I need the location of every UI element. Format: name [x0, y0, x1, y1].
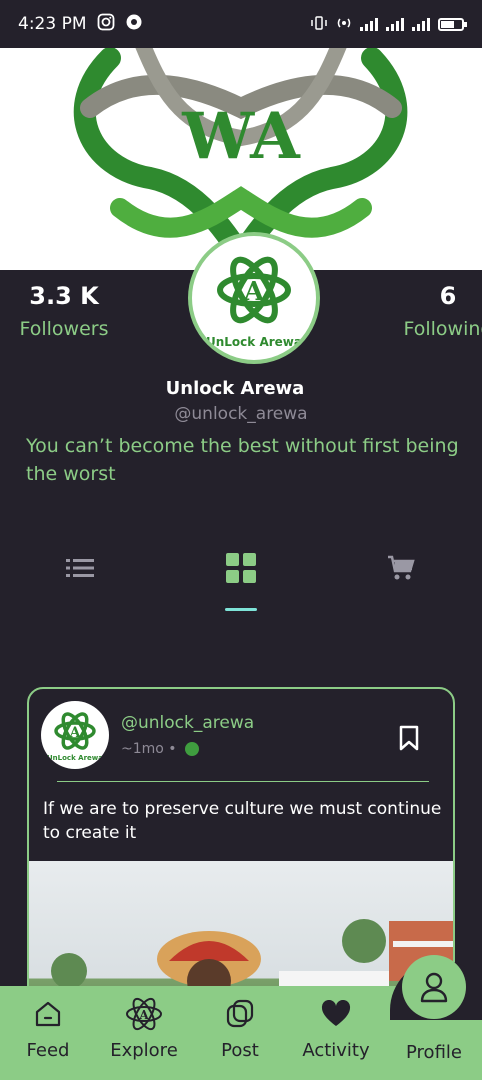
post-username[interactable]: @unlock_arewa: [121, 713, 254, 733]
signal-icon: [360, 17, 378, 31]
nav-activity-label: Activity: [302, 1040, 370, 1061]
svg-text:UnLock Arewa: UnLock Arewa: [206, 335, 302, 349]
following-count: 6: [439, 282, 457, 310]
grid-icon: [226, 553, 256, 583]
following-label: Following: [403, 318, 482, 340]
instagram-icon: [97, 13, 115, 36]
bookmark-icon: [399, 725, 419, 751]
nav-explore-label: Explore: [110, 1040, 178, 1061]
following-stat[interactable]: 6 Following: [398, 282, 482, 340]
status-time: 4:23 PM: [18, 14, 87, 34]
nav-explore[interactable]: A Explore: [96, 994, 192, 1061]
profile-icon: [420, 972, 448, 1003]
tab-grid[interactable]: [221, 548, 261, 588]
signal-icon-3: [412, 17, 430, 31]
post-text: If we are to preserve culture we must co…: [43, 799, 442, 843]
bookmark-button[interactable]: [399, 725, 419, 755]
profile-name: Unlock Arewa: [165, 378, 305, 399]
nav-feed[interactable]: Feed: [0, 994, 96, 1061]
post-avatar-logo: A UnLock Arewa: [47, 712, 103, 762]
svg-text:A: A: [138, 1008, 149, 1022]
post-meta: ~1mo •: [121, 741, 199, 757]
explore-logo-icon: A: [126, 997, 162, 1031]
profile-bio: You can’t become the best without first …: [26, 435, 459, 485]
signal-icon-2: [386, 17, 404, 31]
nav-activity[interactable]: Activity: [288, 994, 384, 1061]
home-icon: [35, 1001, 61, 1027]
followers-label: Followers: [19, 318, 109, 340]
post-card[interactable]: A UnLock Arewa @unlock_arewa ~1mo • If w…: [27, 687, 455, 1027]
nav-post[interactable]: Post: [192, 994, 288, 1061]
nav-profile[interactable]: [402, 955, 466, 1019]
tab-shop[interactable]: [381, 548, 421, 588]
vibrate-icon: [310, 15, 328, 33]
avatar-logo: A UnLock Arewa: [206, 256, 302, 349]
followers-count: 3.3 K: [29, 282, 99, 310]
svg-text:A: A: [243, 277, 265, 307]
profile-avatar[interactable]: A UnLock Arewa: [188, 232, 320, 364]
status-bar: 4:23 PM: [0, 0, 482, 48]
list-icon: [66, 559, 94, 577]
svg-text:A: A: [69, 725, 82, 741]
nav-profile-label: Profile: [406, 1042, 462, 1063]
active-tab-indicator: [225, 608, 257, 611]
cart-icon: [388, 555, 415, 580]
heart-icon: [321, 1000, 351, 1026]
post-divider: [57, 781, 429, 782]
nav-post-label: Post: [221, 1040, 259, 1061]
globe-icon: [184, 742, 199, 756]
hotspot-icon: [336, 16, 352, 33]
profile-tabs: [0, 540, 482, 620]
profile-handle: @unlock_arewa: [174, 404, 308, 424]
battery-icon: [438, 17, 467, 31]
post-avatar[interactable]: A UnLock Arewa: [41, 701, 109, 769]
tab-list[interactable]: [60, 548, 100, 588]
chrome-icon: [125, 13, 143, 36]
svg-text:UnLock Arewa: UnLock Arewa: [47, 754, 103, 762]
followers-stat[interactable]: 3.3 K Followers: [16, 282, 112, 340]
post-time: ~1mo •: [121, 741, 177, 757]
post-icon: [226, 999, 254, 1028]
svg-text:WA: WA: [181, 99, 301, 174]
nav-feed-label: Feed: [26, 1040, 70, 1061]
